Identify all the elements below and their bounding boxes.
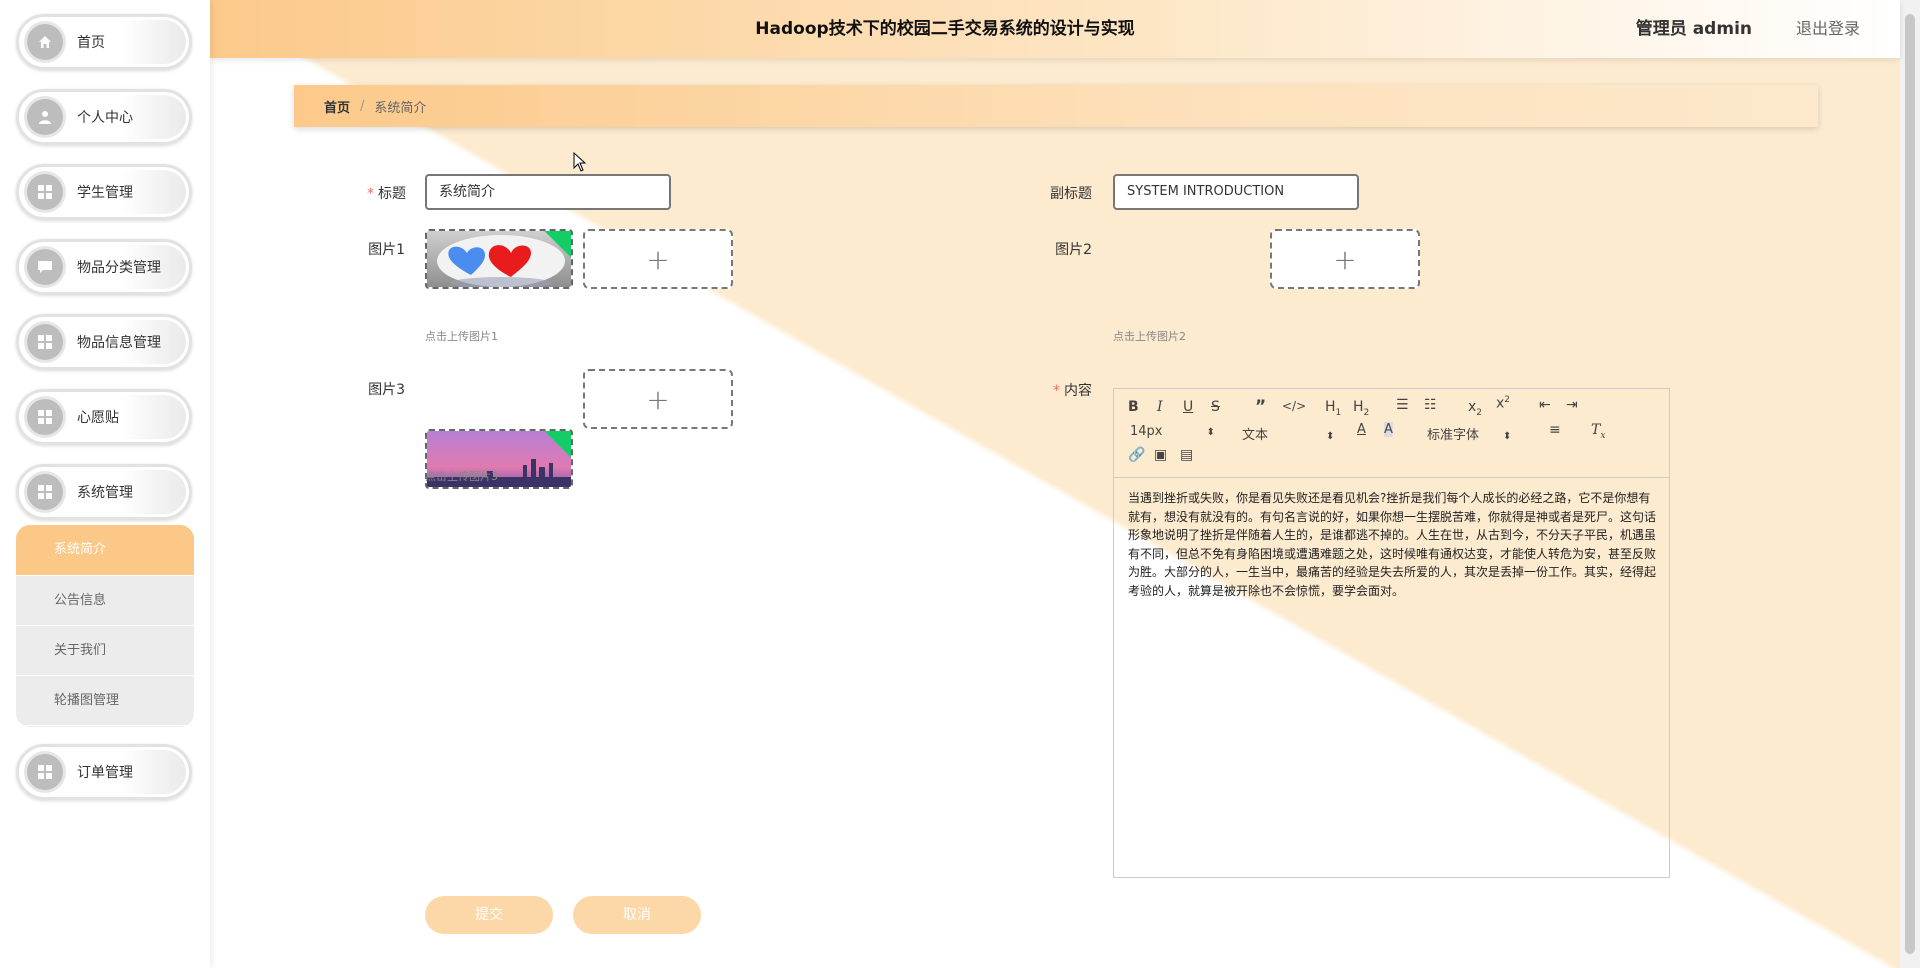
sidebar-item-label: 心愿贴 — [77, 410, 119, 426]
background-color-icon[interactable]: A — [1384, 422, 1393, 437]
sidebar-item-profile[interactable]: 个人中心 — [16, 89, 192, 145]
image2-upload-button[interactable]: + — [1270, 229, 1420, 289]
blockquote-icon[interactable]: ” — [1255, 397, 1266, 417]
current-user: 管理员 admin — [1635, 19, 1752, 39]
editor-toolbar: B I U S ” </> H1 H2 ☰ ☷ x2 x2 ⇤ ⇥ 14px ⬍ … — [1114, 389, 1669, 478]
image1-thumbnail[interactable] — [425, 229, 573, 289]
grid-icon — [27, 399, 63, 435]
rich-text-editor[interactable]: B I U S ” </> H1 H2 ☰ ☷ x2 x2 ⇤ ⇥ 14px ⬍ … — [1113, 388, 1670, 878]
sidebar-item-home[interactable]: 首页 — [16, 14, 192, 70]
sidebar-item-label: 物品信息管理 — [77, 335, 161, 351]
subtitle-input[interactable]: SYSTEM INTRODUCTION — [1113, 174, 1359, 210]
submenu-item-notices[interactable]: 公告信息 — [16, 576, 194, 626]
sidebar-item-label: 订单管理 — [77, 765, 133, 781]
user-icon — [27, 99, 63, 135]
heading1-icon[interactable]: H1 — [1325, 399, 1341, 418]
font-family-select[interactable]: 标准字体 ⬍ — [1427, 424, 1511, 443]
title-label: * 标题 — [367, 186, 406, 202]
sidebar-item-label: 物品分类管理 — [77, 260, 161, 276]
breadcrumb-current: 系统简介 — [374, 100, 427, 116]
title-input[interactable]: 系统简介 — [425, 174, 671, 210]
ordered-list-icon[interactable]: ☰ — [1396, 397, 1409, 413]
bullet-list-icon[interactable]: ☷ — [1424, 397, 1437, 413]
text-color-icon[interactable]: A — [1357, 422, 1366, 437]
sidebar-item-goods[interactable]: 物品信息管理 — [16, 314, 192, 370]
image1-hint: 点击上传图片1 — [425, 330, 498, 343]
sidebar-item-wishes[interactable]: 心愿贴 — [16, 389, 192, 445]
strikethrough-icon[interactable]: S — [1211, 399, 1220, 415]
sidebar-item-label: 首页 — [77, 35, 105, 51]
logout-link[interactable]: 退出登录 — [1796, 0, 1860, 58]
sidebar-item-label: 系统管理 — [77, 485, 133, 501]
breadcrumb-home[interactable]: 首页 — [324, 97, 350, 116]
grid-icon — [27, 754, 63, 790]
block-type-select[interactable]: 文本 ⬍ — [1242, 424, 1334, 443]
system-submenu: 系统简介 公告信息 关于我们 轮播图管理 — [16, 525, 194, 727]
chat-icon — [27, 249, 63, 285]
align-icon[interactable]: ≡ — [1549, 422, 1561, 438]
underline-icon[interactable]: U — [1183, 399, 1193, 415]
code-icon[interactable]: </> — [1282, 399, 1306, 413]
video-icon[interactable]: ▤ — [1180, 447, 1193, 463]
image3-hint: 点击上传图片3 — [425, 470, 498, 483]
scrollbar[interactable] — [1900, 0, 1920, 968]
sidebar-item-system[interactable]: 系统管理 — [16, 464, 192, 520]
hearts-image — [427, 231, 571, 287]
image3-upload-button[interactable]: + — [583, 369, 733, 429]
image-icon[interactable]: ▣ — [1154, 447, 1167, 463]
image1-label: 图片1 — [368, 242, 405, 258]
grid-icon — [27, 324, 63, 360]
indent-icon[interactable]: ⇥ — [1566, 397, 1578, 413]
breadcrumb: 首页 / 系统简介 — [294, 85, 1818, 127]
italic-icon[interactable]: I — [1157, 399, 1163, 415]
submenu-item-carousel[interactable]: 轮播图管理 — [16, 676, 194, 726]
subscript-icon[interactable]: x2 — [1468, 399, 1482, 418]
subtitle-label: 副标题 — [1050, 186, 1092, 202]
bold-icon[interactable]: B — [1128, 399, 1139, 415]
sidebar-item-label: 个人中心 — [77, 110, 133, 126]
sidebar: 首页 个人中心 学生管理 物品分类管理 物品信息管理 心愿贴 系统管理 系统简介… — [0, 0, 210, 968]
grid-icon — [27, 474, 63, 510]
outdent-icon[interactable]: ⇤ — [1539, 397, 1551, 413]
sidebar-item-orders[interactable]: 订单管理 — [16, 744, 192, 800]
link-icon[interactable]: 🔗 — [1128, 447, 1145, 463]
sidebar-item-categories[interactable]: 物品分类管理 — [16, 239, 192, 295]
image1-upload-button[interactable]: + — [583, 229, 733, 289]
sidebar-item-students[interactable]: 学生管理 — [16, 164, 192, 220]
scrollbar-thumb[interactable] — [1905, 14, 1915, 954]
sidebar-item-label: 学生管理 — [77, 185, 133, 201]
submenu-item-about[interactable]: 关于我们 — [16, 626, 194, 676]
clear-format-icon[interactable]: Tx — [1591, 422, 1605, 441]
submenu-item-intro[interactable]: 系统简介 — [16, 525, 194, 576]
grid-icon — [27, 174, 63, 210]
cancel-button[interactable]: 取消 — [573, 896, 701, 934]
superscript-icon[interactable]: x2 — [1496, 395, 1510, 412]
content-label: * 内容 — [1053, 383, 1092, 399]
top-header: Hadoop技术下的校园二手交易系统的设计与实现 管理员 admin 退出登录 — [210, 0, 1900, 58]
heading2-icon[interactable]: H2 — [1353, 399, 1369, 418]
breadcrumb-separator: / — [360, 98, 365, 114]
submit-button[interactable]: 提交 — [425, 896, 553, 934]
font-size-select[interactable]: 14px ⬍ — [1130, 424, 1215, 439]
image2-hint: 点击上传图片2 — [1113, 330, 1186, 343]
mouse-cursor-icon — [573, 152, 587, 172]
app-title: Hadoop技术下的校园二手交易系统的设计与实现 — [755, 19, 1135, 39]
editor-content[interactable]: 当遇到挫折或失败，你是看见失败还是看见机会?挫折是我们每个人成长的必经之路，它不… — [1128, 489, 1656, 601]
home-icon — [27, 24, 63, 60]
image3-label: 图片3 — [368, 382, 405, 398]
image2-label: 图片2 — [1055, 242, 1092, 258]
